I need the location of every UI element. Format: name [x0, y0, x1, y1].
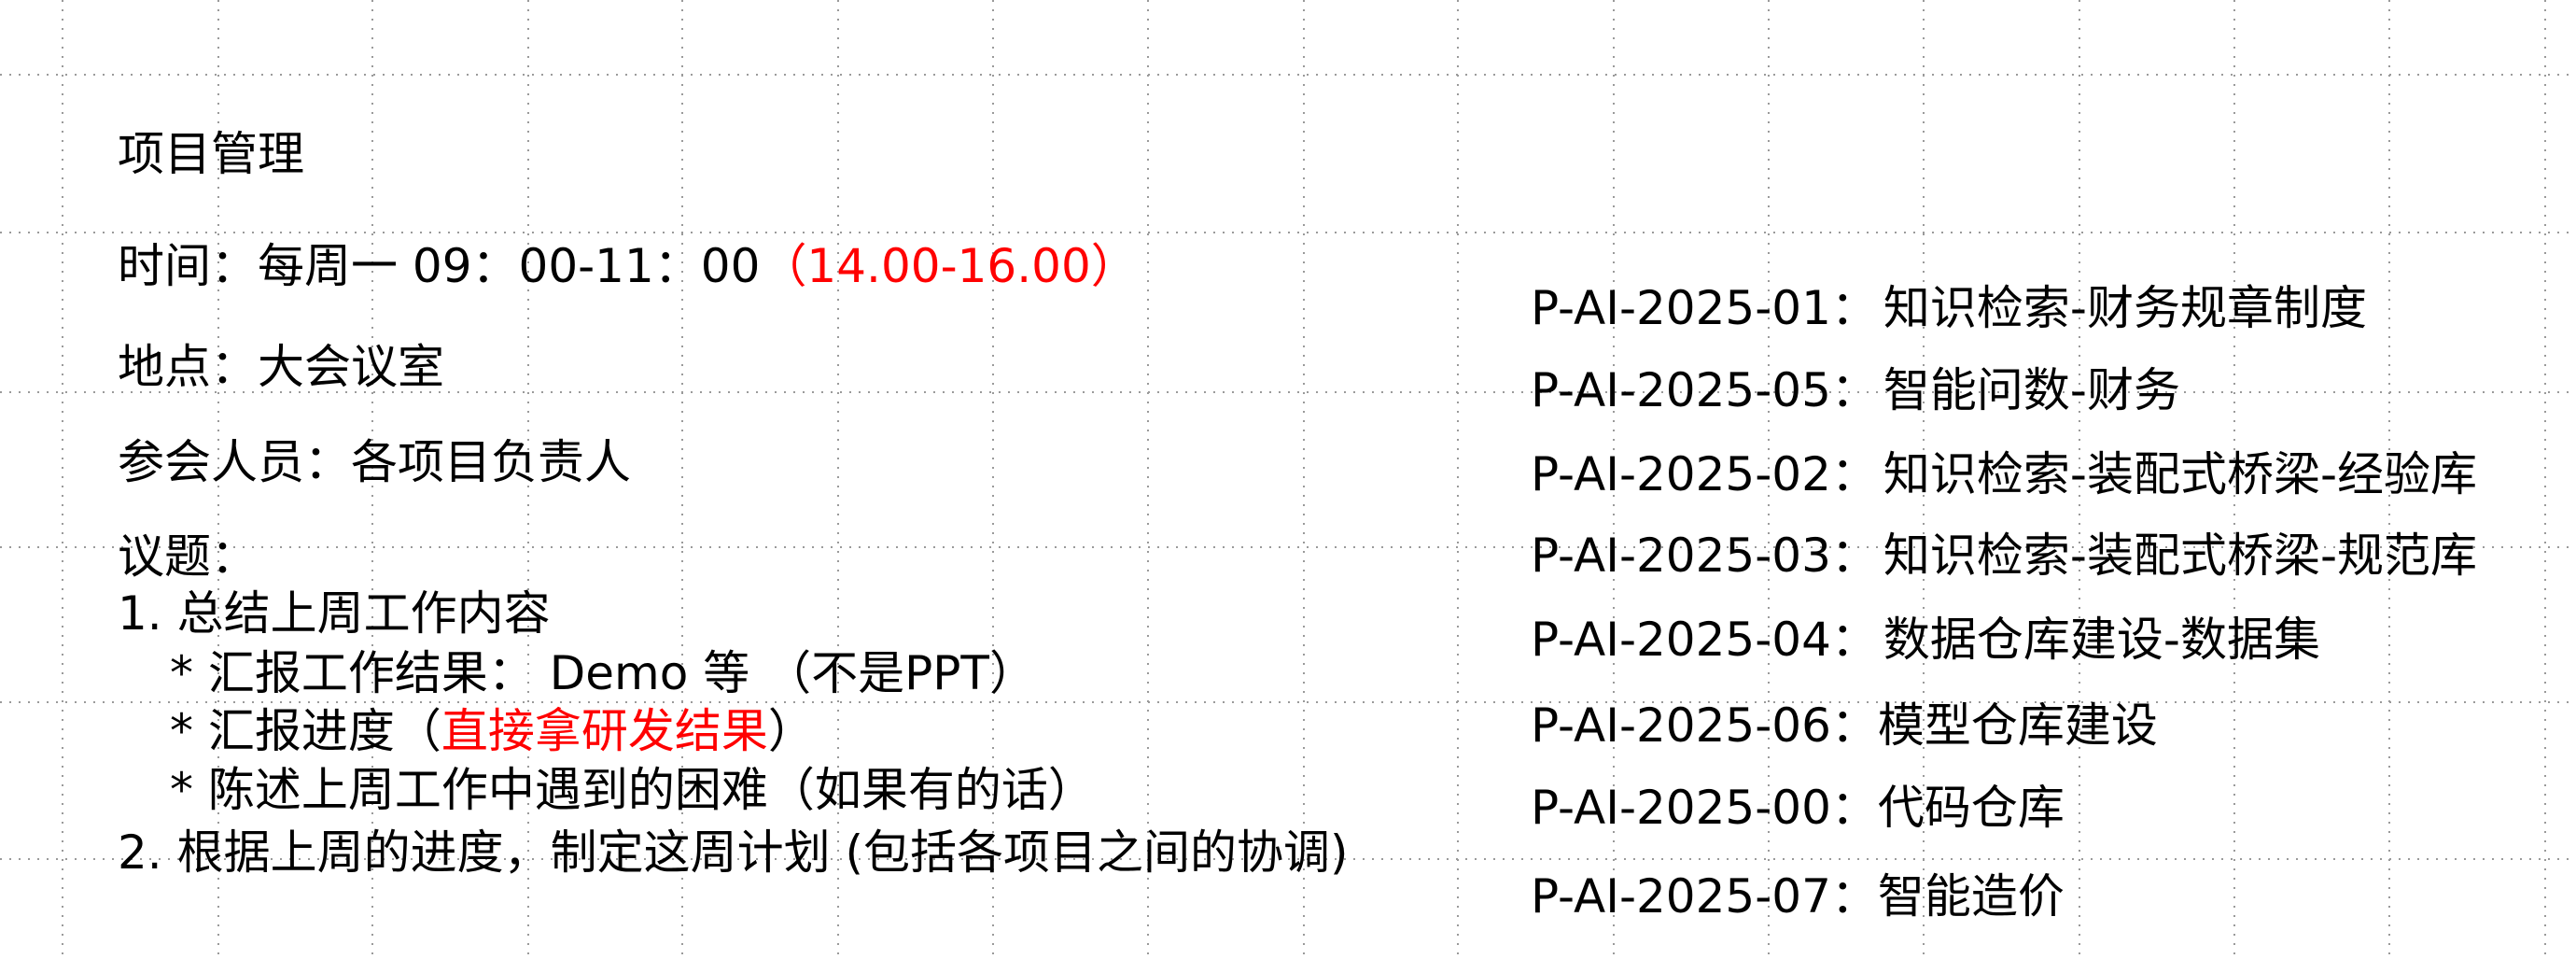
time-label: 时间： — [118, 239, 258, 293]
agenda-item-1c: * 陈述上周工作中遇到的困难（如果有的话） — [170, 763, 1095, 817]
project-code: P-AI-2025-06： — [1531, 698, 1878, 753]
project-name: 模型仓库建设 — [1877, 698, 2158, 753]
meeting-title: 项目管理 — [118, 127, 304, 181]
agenda-1b-suffix: ） — [767, 704, 815, 758]
project-item: P-AI-2025-05： 智能问数-财务 — [1531, 367, 2180, 414]
agenda-item-2: 2. 根据上周的进度，制定这周计划 (包括各项目之间的协调) — [118, 825, 1349, 880]
agenda-item-1b: * 汇报进度（直接拿研发结果） — [170, 708, 815, 755]
slide-canvas: 项目管理 时间：每周一 09：00-11：00（14.00-16.00） 地点：… — [0, 0, 2576, 959]
location-label: 地点： — [118, 340, 258, 394]
project-name: 智能问数-财务 — [1883, 363, 2180, 417]
agenda-1b-highlight: 直接拿研发结果 — [441, 704, 768, 758]
time-alternative-note: （14.00-16.00） — [760, 239, 1138, 293]
attendees-value: 各项目负责人 — [351, 435, 631, 489]
project-code: P-AI-2025-07： — [1531, 869, 1878, 924]
attendees-label: 参会人员： — [118, 435, 351, 489]
project-item: P-AI-2025-00：代码仓库 — [1531, 784, 2065, 831]
agenda-1b-prefix: * 汇报进度（ — [170, 704, 441, 758]
project-name: 智能造价 — [1877, 869, 2065, 924]
project-item: P-AI-2025-01： 知识检索-财务规章制度 — [1531, 285, 2367, 331]
meeting-time-row: 时间：每周一 09：00-11：00（14.00-16.00） — [118, 243, 1138, 289]
project-code: P-AI-2025-01： — [1531, 281, 1878, 335]
project-code: P-AI-2025-02： — [1531, 447, 1878, 501]
agenda-item-1a: * 汇报工作结果： Demo 等 （不是PPT） — [170, 646, 1036, 700]
agenda-item-1: 1. 总结上周工作内容 — [118, 586, 551, 641]
project-item: P-AI-2025-06：模型仓库建设 — [1531, 702, 2158, 749]
project-code: P-AI-2025-00： — [1531, 781, 1878, 835]
project-item: P-AI-2025-03： 知识检索-装配式桥梁-规范库 — [1531, 532, 2477, 579]
project-code: P-AI-2025-04： — [1531, 613, 1878, 667]
project-name: 知识检索-财务规章制度 — [1883, 281, 2367, 335]
project-name: 数据仓库建设-数据集 — [1883, 613, 2320, 667]
project-name: 知识检索-装配式桥梁-规范库 — [1883, 529, 2477, 583]
project-name: 知识检索-装配式桥梁-经验库 — [1883, 447, 2477, 501]
meeting-attendees-row: 参会人员：各项目负责人 — [118, 439, 631, 486]
meeting-location-row: 地点：大会议室 — [118, 344, 444, 390]
location-value: 大会议室 — [258, 340, 444, 394]
project-name: 代码仓库 — [1877, 781, 2065, 835]
project-item: P-AI-2025-07：智能造价 — [1531, 873, 2065, 920]
time-value: 每周一 09：00-11：00 — [258, 239, 761, 293]
project-code: P-AI-2025-03： — [1531, 529, 1878, 583]
project-item: P-AI-2025-02： 知识检索-装配式桥梁-经验库 — [1531, 451, 2477, 498]
project-code: P-AI-2025-05： — [1531, 363, 1878, 417]
agenda-heading: 议题： — [118, 529, 258, 584]
project-item: P-AI-2025-04： 数据仓库建设-数据集 — [1531, 616, 2320, 663]
